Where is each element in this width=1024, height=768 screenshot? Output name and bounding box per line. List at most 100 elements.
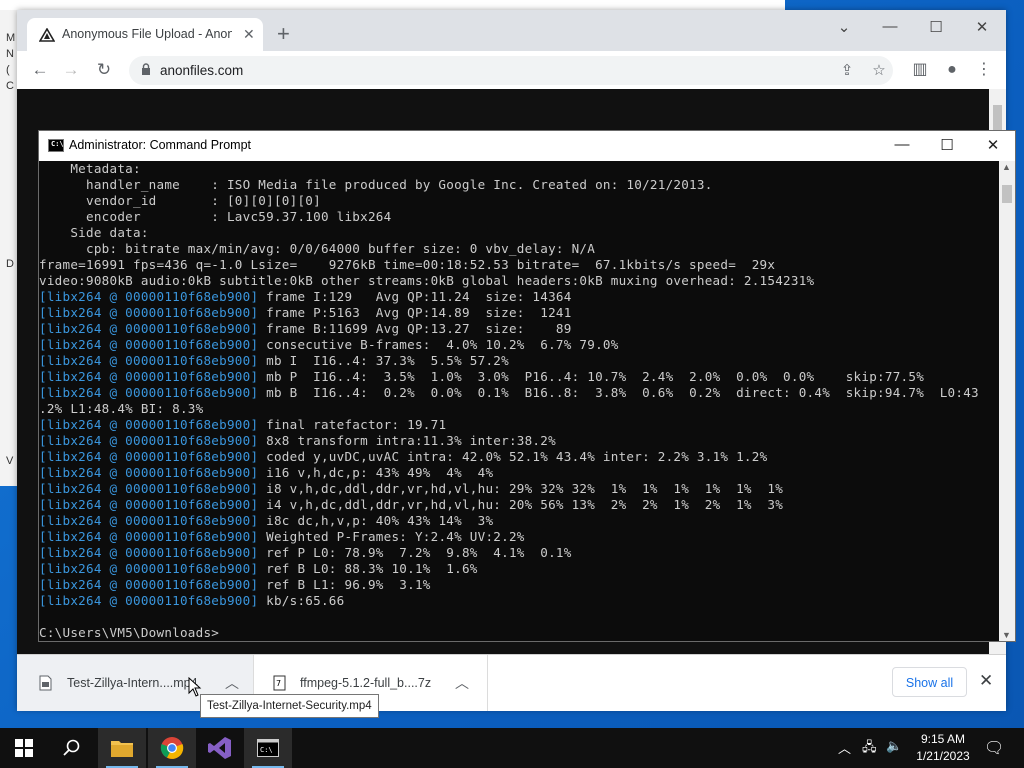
console-line: [libx264 @ 00000110f68eb900] ref B L0: 8…	[39, 561, 999, 577]
command-prompt-window: C:\ Administrator: Command Prompt — ☐ ✕ …	[38, 130, 1016, 642]
profile-avatar-icon[interactable]: ●	[941, 59, 963, 81]
libx264-prefix: [libx264 @ 00000110f68eb900]	[39, 481, 259, 496]
console-line-text: ref P L0: 78.9% 7.2% 9.8% 4.1% 0.1%	[258, 545, 572, 560]
cmd-title-bar[interactable]: C:\ Administrator: Command Prompt — ☐ ✕	[39, 131, 1015, 161]
tab-search-chevron-icon[interactable]: ⌄	[829, 18, 859, 36]
console-line: cpb: bitrate max/min/avg: 0/0/64000 buff…	[39, 241, 999, 257]
menu-kebab-icon[interactable]: ⋮	[973, 59, 995, 81]
libx264-prefix: [libx264 @ 00000110f68eb900]	[39, 449, 259, 464]
clock-date: 1/21/2023	[916, 749, 970, 763]
cmd-close-button[interactable]: ✕	[978, 136, 1008, 154]
console-line-text: ref B L1: 96.9% 3.1%	[258, 577, 431, 592]
share-icon[interactable]: ⇪	[837, 61, 857, 81]
search-icon	[63, 739, 80, 756]
console-line-text: mb I I16..4: 37.3% 5.5% 57.2%	[258, 353, 509, 368]
tab-title: Anonymous File Upload - AnonFiles	[62, 27, 232, 41]
lock-icon[interactable]	[141, 63, 151, 76]
cmd-maximize-button[interactable]: ☐	[932, 136, 962, 154]
console-line-text: i8 v,h,dc,ddl,ddr,vr,hd,vl,hu: 29% 32% 3…	[258, 481, 784, 496]
console-line-text: i16 v,h,dc,p: 43% 49% 4% 4%	[258, 465, 494, 480]
volume-icon[interactable]: 🔈	[886, 738, 902, 754]
taskbar-clock[interactable]: 9:15 AM 1/21/2023	[905, 731, 981, 765]
reload-icon[interactable]: ↻	[93, 59, 115, 81]
close-download-bar-icon[interactable]: ✕	[979, 671, 993, 691]
forward-arrow-icon[interactable]: →	[60, 59, 82, 81]
cmd-scrollbar[interactable]: ▲ ▼	[999, 161, 1015, 641]
bookmark-star-icon[interactable]: ☆	[869, 61, 889, 81]
chevron-up-icon[interactable]: ︿	[225, 673, 239, 693]
console-line: encoder : Lavc59.37.100 libx264	[39, 209, 999, 225]
console-line-text: kb/s:65.66	[258, 593, 345, 608]
console-line-text: frame B:11699 Avg QP:13.27 size: 89	[258, 321, 572, 336]
tab-close-icon[interactable]: ✕	[243, 26, 255, 43]
bg-char: C	[6, 80, 14, 92]
network-icon[interactable]: 🖧	[862, 738, 877, 760]
bg-char: D	[6, 258, 14, 270]
console-line: .2% L1:48.4% BI: 8.3%	[39, 401, 999, 417]
scroll-up-icon[interactable]: ▲	[1002, 162, 1011, 172]
side-panel-icon[interactable]: ▥	[909, 59, 931, 81]
console-line: [libx264 @ 00000110f68eb900] 8x8 transfo…	[39, 433, 999, 449]
libx264-prefix: [libx264 @ 00000110f68eb900]	[39, 593, 259, 608]
console-line: [libx264 @ 00000110f68eb900] coded y,uvD…	[39, 449, 999, 465]
taskbar: C:\ ︿ 🖧 🔈 9:15 AM 1/21/2023 🗨	[0, 728, 1024, 768]
console-line-text: Side data:	[39, 225, 149, 240]
start-button[interactable]	[0, 728, 48, 768]
libx264-prefix: [libx264 @ 00000110f68eb900]	[39, 529, 259, 544]
libx264-prefix: [libx264 @ 00000110f68eb900]	[39, 433, 259, 448]
libx264-prefix: [libx264 @ 00000110f68eb900]	[39, 305, 259, 320]
cmd-window-title: Administrator: Command Prompt	[69, 138, 252, 152]
windows-logo-icon	[15, 739, 33, 757]
console-line-text: Metadata:	[39, 161, 141, 176]
maximize-button[interactable]: ☐	[921, 18, 951, 36]
scroll-down-icon[interactable]: ▼	[1002, 630, 1011, 640]
console-line-text: mb P I16..4: 3.5% 1.0% 3.0% P16..4: 10.7…	[258, 369, 925, 384]
libx264-prefix: [libx264 @ 00000110f68eb900]	[39, 353, 259, 368]
visual-studio-icon	[208, 737, 231, 759]
taskbar-chrome[interactable]	[148, 728, 196, 768]
address-bar[interactable]: anonfiles.com ⇪ ☆	[129, 56, 893, 85]
console-line: [libx264 @ 00000110f68eb900] Weighted P-…	[39, 529, 999, 545]
console-line-text: handler_name : ISO Media file produced b…	[39, 177, 713, 192]
chevron-up-icon[interactable]: ︿	[455, 673, 469, 693]
libx264-prefix: [libx264 @ 00000110f68eb900]	[39, 289, 259, 304]
console-line-text: final ratefactor: 19.71	[258, 417, 447, 432]
download-bar: Test-Zillya-Intern....mp4 ︿ 7 ffmpeg-5.1…	[17, 654, 1006, 711]
anonfiles-favicon-icon	[39, 28, 55, 42]
mouse-cursor-icon	[188, 677, 202, 697]
libx264-prefix: [libx264 @ 00000110f68eb900]	[39, 577, 259, 592]
url-text[interactable]: anonfiles.com	[160, 63, 243, 78]
taskbar-file-explorer[interactable]	[98, 728, 146, 768]
libx264-prefix: [libx264 @ 00000110f68eb900]	[39, 513, 259, 528]
console-line-text: consecutive B-frames: 4.0% 10.2% 6.7% 79…	[258, 337, 619, 352]
cmd-minimize-button[interactable]: —	[887, 136, 917, 153]
tab-anonfiles[interactable]: Anonymous File Upload - AnonFiles ✕	[27, 18, 263, 51]
bg-char: V	[6, 455, 14, 467]
show-all-button[interactable]: Show all	[892, 667, 967, 697]
notification-icon[interactable]: 🗨	[984, 738, 1004, 758]
console-output[interactable]: Metadata: handler_name : ISO Media file …	[39, 161, 999, 641]
minimize-button[interactable]: —	[875, 18, 905, 35]
browser-toolbar: ← → ↻ anonfiles.com ⇪ ☆ ▥ ● ⋮	[17, 51, 1006, 89]
console-line: [libx264 @ 00000110f68eb900] i4 v,h,dc,d…	[39, 497, 999, 513]
libx264-prefix: [libx264 @ 00000110f68eb900]	[39, 417, 259, 432]
video-file-icon	[39, 675, 52, 691]
back-arrow-icon[interactable]: ←	[29, 59, 51, 81]
folder-icon	[111, 741, 133, 757]
new-tab-button[interactable]: +	[277, 23, 290, 45]
console-line-text: mb B I16..4: 0.2% 0.0% 0.1% B16..8: 3.8%…	[258, 385, 979, 400]
console-line-text: frame I:129 Avg QP:11.24 size: 14364	[258, 289, 572, 304]
close-window-button[interactable]: ✕	[967, 18, 997, 36]
download-tooltip: Test-Zillya-Internet-Security.mp4	[200, 694, 379, 718]
console-line-text: frame P:5163 Avg QP:14.89 size: 1241	[258, 305, 572, 320]
clock-time: 9:15 AM	[920, 732, 966, 746]
libx264-prefix: [libx264 @ 00000110f68eb900]	[39, 497, 259, 512]
taskbar-visual-studio[interactable]	[196, 728, 244, 768]
download-filename: ffmpeg-5.1.2-full_b....7z	[300, 676, 432, 690]
scrollbar-thumb[interactable]	[993, 105, 1002, 131]
taskbar-command-prompt[interactable]: C:\	[244, 728, 292, 768]
search-button[interactable]	[48, 728, 96, 768]
cmd-scrollbar-thumb[interactable]	[1002, 185, 1012, 203]
show-hidden-icons-chevron-icon[interactable]: ︿	[838, 738, 851, 757]
console-line: [libx264 @ 00000110f68eb900] mb B I16..4…	[39, 385, 999, 401]
